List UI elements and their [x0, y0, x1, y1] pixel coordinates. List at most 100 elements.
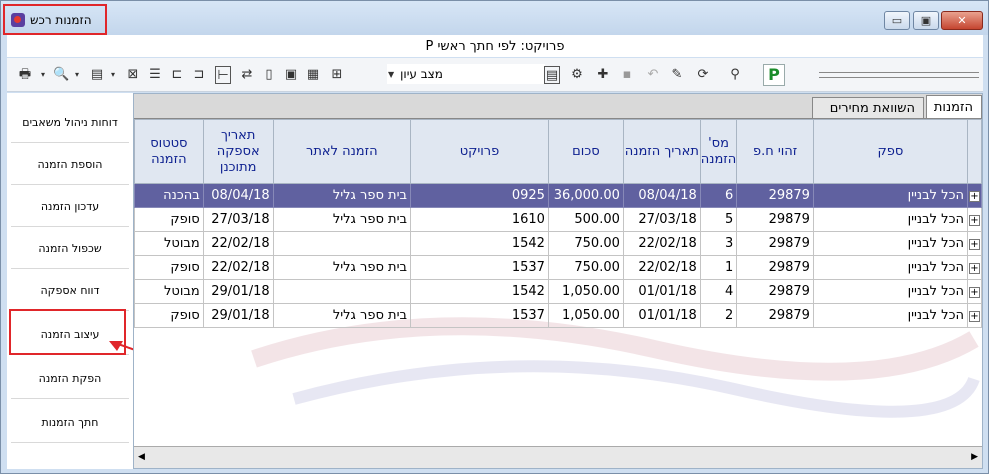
cell-planned-date[interactable]: 22/02/18 [202, 255, 274, 280]
row-expand-button[interactable]: + [966, 231, 982, 256]
header-order-for[interactable]: הזמנה לאתר [272, 119, 412, 184]
header-status[interactable]: סטטוס הזמנה [134, 119, 204, 184]
cell-order-for[interactable] [272, 231, 412, 256]
row-expand-button[interactable]: + [966, 279, 982, 304]
cell-supplier[interactable]: הכל לבניין [812, 279, 968, 304]
columns-icon[interactable]: ☰ [147, 66, 163, 84]
cell-project[interactable]: 0925 [410, 183, 549, 208]
export-icon[interactable]: ▤ [89, 66, 105, 84]
cell-planned-date[interactable]: 27/03/18 [202, 207, 274, 232]
cell-order-date[interactable]: 22/02/18 [622, 231, 701, 256]
cell-order-date[interactable]: 01/01/18 [622, 279, 701, 304]
find-icon[interactable]: ⚲ [727, 66, 743, 84]
cell-status[interactable]: בהכנה [134, 183, 204, 208]
grid-icon[interactable]: ▦ [305, 66, 321, 84]
orders-section-button[interactable]: חתך הזמנות [11, 403, 129, 443]
edit-icon[interactable]: ✎ [669, 66, 685, 84]
table-row[interactable]: סופק 27/03/18 בית ספר גליל 1610 500.00 27/03/… [134, 207, 982, 232]
excel-icon[interactable]: ⊠ [125, 66, 141, 84]
cell-supplier-id[interactable]: 29879 [736, 183, 814, 208]
cell-order-no[interactable]: 1 [699, 255, 738, 280]
cell-project[interactable]: 1537 [410, 255, 549, 280]
cell-planned-date[interactable]: 22/02/18 [202, 231, 274, 256]
cell-supplier-id[interactable]: 29879 [736, 303, 814, 328]
row-expand-button[interactable]: + [966, 255, 982, 280]
tree-icon[interactable]: ⊏ [169, 66, 185, 84]
cell-project[interactable]: 1542 [410, 231, 549, 256]
document-icon[interactable]: ▤ [544, 66, 560, 84]
print-dropdown-icon[interactable]: ▾ [35, 66, 51, 84]
minimize-button[interactable]: ▭ [884, 11, 910, 30]
duplicate-order-button[interactable]: שכפול הזמנה [11, 229, 129, 269]
cell-order-no[interactable]: 2 [699, 303, 738, 328]
cell-supplier-id[interactable]: 29879 [736, 231, 814, 256]
row-expand-button[interactable]: + [966, 207, 982, 232]
save-icon[interactable]: ▪ [619, 66, 635, 84]
cell-project[interactable]: 1542 [410, 279, 549, 304]
cell-order-date[interactable]: 01/01/18 [622, 303, 701, 328]
cell-order-for[interactable]: בית ספר גליל [272, 303, 412, 328]
outline-icon[interactable]: ⊢ [215, 66, 231, 84]
header-supplier[interactable]: ספק [812, 119, 968, 184]
tab-price-comparison[interactable]: השוואת מחירים [812, 97, 924, 118]
cell-supplier-id[interactable]: 29879 [736, 255, 814, 280]
cell-order-date[interactable]: 08/04/18 [622, 183, 701, 208]
cell-status[interactable]: סופק [134, 207, 204, 232]
cell-order-no[interactable]: 3 [699, 231, 738, 256]
refresh-icon[interactable]: ⟳ [695, 66, 711, 84]
cell-status[interactable]: מבוטל [134, 279, 204, 304]
cell-project[interactable]: 1610 [410, 207, 549, 232]
cell-planned-date[interactable]: 08/04/18 [202, 183, 274, 208]
page-icon[interactable]: ▯ [261, 66, 277, 84]
table-row[interactable]: סופק 29/01/18 בית ספר גליל 1537 1,050.00 01/0… [134, 303, 982, 328]
header-order-no[interactable]: מס' הזמנה [699, 119, 738, 184]
cell-supplier[interactable]: הכל לבניין [812, 255, 968, 280]
table-row[interactable]: מבוטל 29/01/18 1542 1,050.00 01/01/18 4 29879 ה… [134, 279, 982, 304]
toolbar-slider[interactable] [819, 72, 979, 78]
cell-order-no[interactable]: 4 [699, 279, 738, 304]
cell-amount[interactable]: 36,000.00 [547, 183, 624, 208]
export-dropdown-icon[interactable]: ▾ [105, 66, 121, 84]
cell-supplier[interactable]: הכל לבניין [812, 207, 968, 232]
cell-planned-date[interactable]: 29/01/18 [202, 279, 274, 304]
cell-amount[interactable]: 750.00 [547, 231, 624, 256]
arrows-icon[interactable]: ⇄ [239, 66, 255, 84]
cell-amount[interactable]: 1,050.00 [547, 303, 624, 328]
cell-status[interactable]: מבוטל [134, 231, 204, 256]
preview-dropdown-icon[interactable]: ▾ [69, 66, 85, 84]
group-icon[interactable]: ⊐ [191, 66, 207, 84]
row-expand-button[interactable]: + [966, 303, 982, 328]
view-mode-select[interactable]: מצב עיון ▼ [387, 64, 545, 84]
cell-supplier-id[interactable]: 29879 [736, 207, 814, 232]
cell-amount[interactable]: 1,050.00 [547, 279, 624, 304]
maximize-button[interactable]: ▣ [913, 11, 939, 30]
scroll-right-icon[interactable]: ▶ [971, 452, 978, 462]
cell-order-for[interactable] [272, 279, 412, 304]
cell-order-no[interactable]: 6 [699, 183, 738, 208]
image-icon[interactable]: ⊞ [329, 66, 345, 84]
cell-amount[interactable]: 750.00 [547, 255, 624, 280]
scroll-left-icon[interactable]: ◀ [138, 452, 145, 462]
cell-status[interactable]: סופק [134, 255, 204, 280]
cell-supplier[interactable]: הכל לבניין [812, 231, 968, 256]
cell-order-date[interactable]: 22/02/18 [622, 255, 701, 280]
form-icon[interactable]: ▣ [283, 66, 299, 84]
horizontal-scrollbar[interactable]: ◀ ▶ [134, 446, 982, 468]
print-preview-icon[interactable]: 🔍 [53, 66, 69, 84]
tab-orders[interactable]: הזמנות [926, 95, 982, 118]
add-order-button[interactable]: הוספת הזמנה [11, 145, 129, 185]
header-project[interactable]: פרויקט [410, 119, 549, 184]
cell-order-for[interactable]: בית ספר גליל [272, 255, 412, 280]
header-order-date[interactable]: תאריך הזמנה [622, 119, 701, 184]
p-icon[interactable]: P [763, 64, 785, 86]
cell-project[interactable]: 1537 [410, 303, 549, 328]
table-row[interactable]: מבוטל 22/02/18 1542 750.00 22/02/18 3 29879 הכל… [134, 231, 982, 256]
delivery-report-button[interactable]: דווח אספקה [11, 271, 129, 311]
table-row[interactable]: בהכנה 08/04/18 בית ספר גליל 0925 36,000.00 08… [134, 183, 982, 208]
settings-icon[interactable]: ⚙ [569, 66, 585, 84]
cell-planned-date[interactable]: 29/01/18 [202, 303, 274, 328]
header-amount[interactable]: סכום [547, 119, 624, 184]
print-icon[interactable]: 🖶 [17, 66, 33, 84]
cell-supplier[interactable]: הכל לבניין [812, 303, 968, 328]
header-planned-date[interactable]: תאריך אספקה מתוכנן [202, 119, 274, 184]
